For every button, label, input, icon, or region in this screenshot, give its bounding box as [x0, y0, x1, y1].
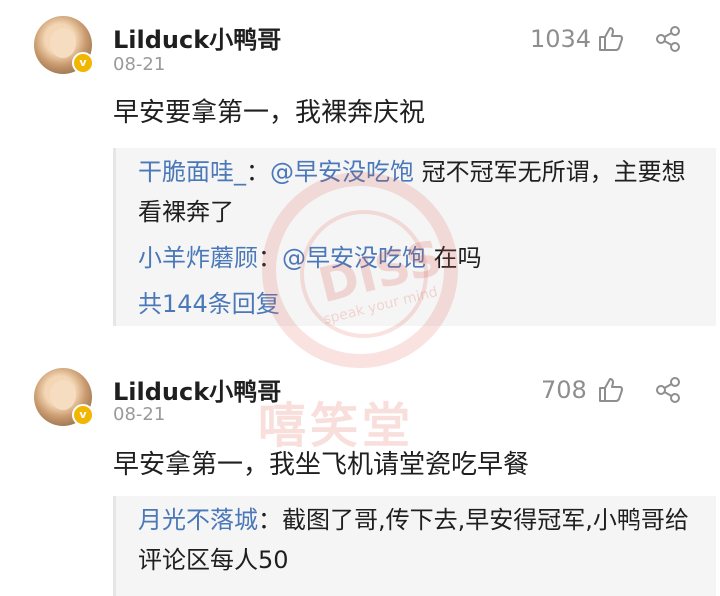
like-count[interactable]: 708 — [541, 376, 587, 404]
like-icon[interactable] — [597, 376, 625, 404]
avatar[interactable]: v — [34, 368, 94, 426]
reply-author[interactable]: 小羊炸蘑顾 — [138, 244, 258, 272]
share-icon[interactable] — [654, 25, 682, 53]
reply-item[interactable]: 月光不落城：截图了哥,传下去,早安得冠军,小鸭哥给评论区每人50 — [138, 500, 698, 580]
like-icon[interactable] — [597, 25, 625, 53]
username[interactable]: Lilduck小鸭哥 — [113, 372, 281, 407]
avatar-face — [50, 28, 76, 58]
watermark-brand: 嘻笑堂 — [258, 398, 415, 454]
comment-date: 08-21 — [113, 54, 166, 75]
share-icon[interactable] — [654, 376, 682, 404]
reply-author[interactable]: 干脆面哇_ — [138, 158, 246, 186]
reply-separator: ： — [258, 506, 282, 534]
avatar[interactable]: v — [34, 16, 94, 74]
reply-box[interactable]: 月光不落城：截图了哥,传下去,早安得冠军,小鸭哥给评论区每人50 — [113, 496, 716, 596]
reply-author[interactable]: 月光不落城 — [138, 506, 258, 534]
like-count[interactable]: 1034 — [530, 25, 591, 53]
verified-badge-icon: v — [72, 404, 94, 426]
comment-date: 08-21 — [113, 404, 166, 425]
avatar-face — [50, 380, 76, 410]
more-replies-link[interactable]: 共144条回复 — [138, 284, 280, 319]
comment-text: 早安要拿第一，我裸奔庆祝 — [113, 98, 426, 128]
verified-badge-icon: v — [72, 52, 94, 74]
username[interactable]: Lilduck小鸭哥 — [113, 20, 281, 55]
reply-separator: ： — [246, 158, 270, 186]
